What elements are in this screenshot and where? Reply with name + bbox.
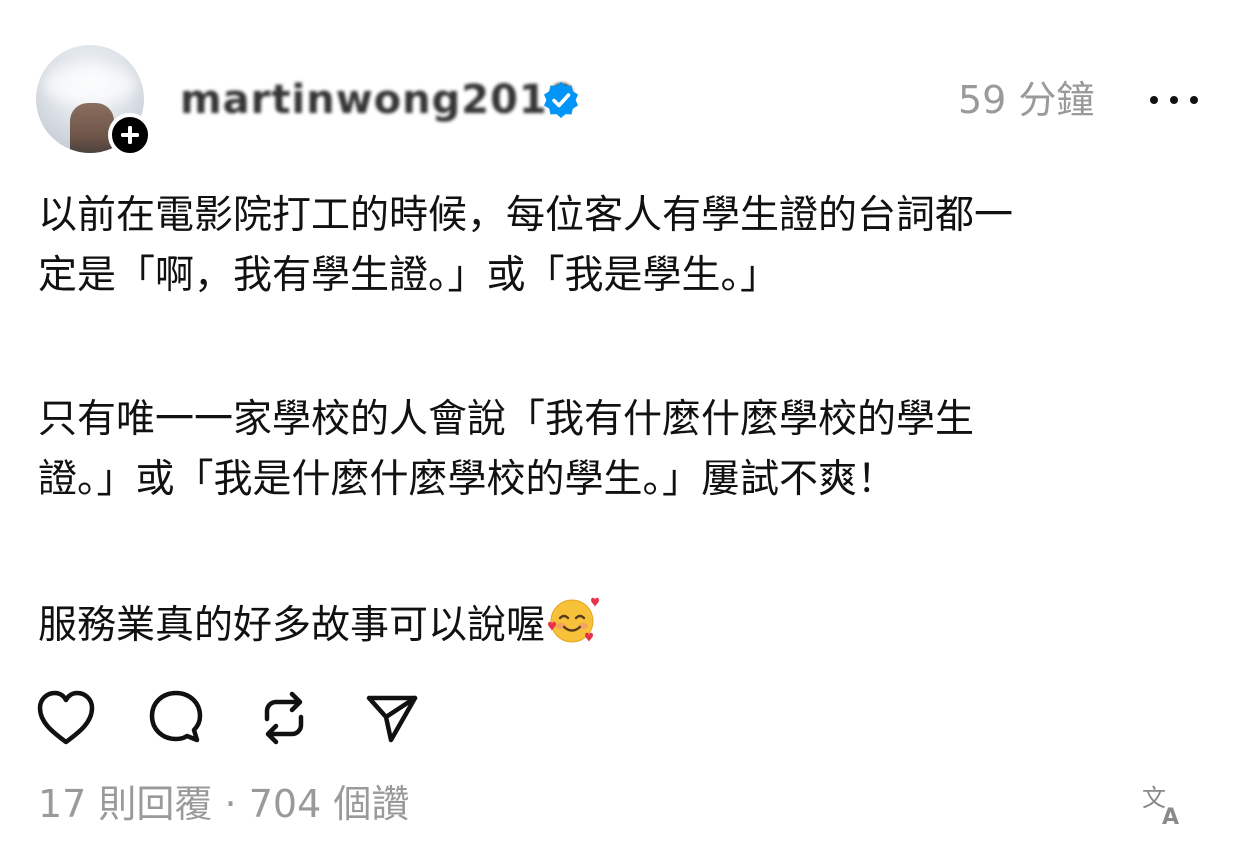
more-options-button[interactable] — [1150, 80, 1198, 120]
svg-text:A: A — [1162, 805, 1179, 828]
more-dot — [1190, 96, 1198, 104]
post-paragraph-1: 以前在電影院打工的時候，每位客人有學生證的台詞都一 定是「啊，我有學生證。」或「… — [38, 193, 1014, 298]
stats-separator: · — [224, 782, 237, 826]
post-paragraph-2: 只有唯一一家學校的人會說「我有什麼什麼學校的學生 證。」或「我是什麼什麼學校的學… — [38, 397, 975, 502]
plus-icon — [121, 126, 139, 144]
post-stats: 17 則回覆 · 704 個讚 — [38, 780, 409, 828]
follow-button[interactable] — [108, 113, 152, 157]
more-dot — [1170, 96, 1178, 104]
share-button[interactable] — [362, 688, 422, 748]
repost-icon — [264, 691, 304, 745]
avatar-figure — [70, 103, 114, 153]
post-time: 59 分鐘 — [958, 78, 1095, 122]
translate-icon[interactable]: 文 A — [1140, 780, 1188, 828]
post-paragraph-3-text: 服務業真的好多故事可以說喔 — [38, 603, 546, 648]
verified-badge-icon — [544, 82, 578, 118]
heart-icon — [37, 690, 95, 745]
comment-icon — [149, 690, 203, 743]
post-body: 以前在電影院打工的時候，每位客人有學生證的台詞都一 定是「啊，我有學生證。」或「… — [38, 186, 1208, 656]
avatar-container[interactable] — [36, 45, 152, 157]
send-icon — [366, 695, 418, 743]
post-paragraph-3: 服務業真的好多故事可以說喔 — [38, 594, 1208, 656]
replies-count[interactable]: 17 則回覆 — [38, 782, 212, 826]
like-button[interactable] — [36, 688, 96, 748]
comment-button[interactable] — [146, 688, 206, 748]
more-dots-icon — [1150, 96, 1158, 104]
smiling-face-with-hearts-icon — [547, 594, 600, 646]
username[interactable]: martinwong2010 — [180, 74, 577, 126]
avatar-background — [44, 65, 136, 105]
likes-count[interactable]: 704 個讚 — [249, 782, 410, 826]
repost-button[interactable] — [254, 688, 314, 748]
